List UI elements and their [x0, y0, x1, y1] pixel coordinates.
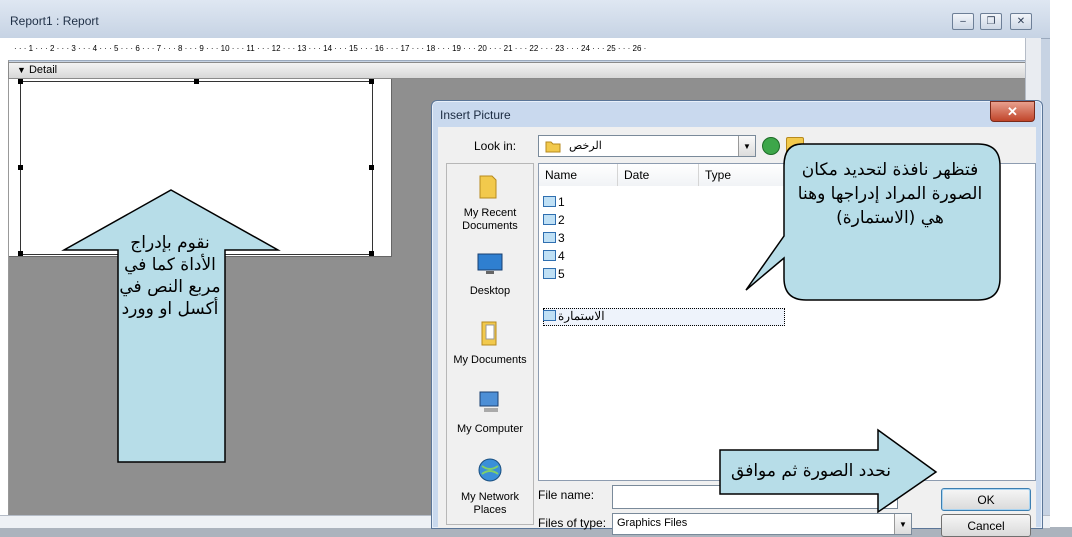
file-item[interactable]: 1 [543, 194, 565, 211]
report-title: Report1 : Report [10, 14, 99, 28]
look-in-value: الرخص [569, 140, 602, 152]
place-my-computer[interactable]: My Computer [447, 388, 533, 436]
file-type-dropdown[interactable]: Graphics Files ▼ [612, 513, 912, 535]
file-item[interactable]: 4 [543, 248, 565, 265]
resize-handle[interactable] [18, 251, 23, 256]
image-file-icon [543, 268, 556, 279]
file-item-selected[interactable]: الاستمارة [543, 308, 605, 325]
look-in-label: Look in: [474, 139, 517, 153]
ruler-marks: · · · 1 · · · 2 · · · 3 · · · 4 · · · 5 … [14, 44, 647, 53]
close-icon: ✕ [1016, 15, 1026, 27]
resize-handle[interactable] [369, 165, 374, 170]
screen-edge [1050, 0, 1072, 527]
my-documents-icon [481, 321, 497, 346]
image-file-icon [543, 250, 556, 261]
folder-icon [545, 141, 561, 153]
places-bar: My Recent Documents Desktop My Documents [446, 163, 534, 525]
image-file-icon [543, 196, 556, 207]
close-icon: ✕ [1007, 103, 1018, 119]
ok-button[interactable]: OK [941, 488, 1031, 511]
chevron-down-icon[interactable]: ▼ [894, 514, 911, 534]
detail-label: ▼ Detail [17, 64, 58, 76]
resize-handle[interactable] [369, 79, 374, 84]
dialog-title: Insert Picture [440, 108, 511, 122]
right-arrow-text: نحدد الصورة ثم موافق [731, 461, 891, 481]
image-file-icon [543, 214, 556, 225]
horizontal-ruler: · · · 1 · · · 2 · · · 3 · · · 4 · · · 5 … [0, 38, 1040, 61]
column-header-name[interactable]: Name [539, 164, 618, 186]
resize-handle[interactable] [194, 79, 199, 84]
resize-handle[interactable] [369, 251, 374, 256]
vertical-ruler [0, 60, 9, 527]
place-my-documents[interactable]: My Documents [447, 319, 533, 367]
image-file-icon [543, 310, 556, 321]
cancel-button[interactable]: Cancel [941, 514, 1031, 537]
file-item[interactable]: 5 [543, 266, 565, 283]
place-recent-documents[interactable]: My Recent Documents [447, 172, 533, 233]
recent-folder-icon [479, 175, 497, 199]
place-network-places[interactable]: My Network Places [447, 456, 533, 517]
file-type-label: Files of type: [538, 516, 607, 530]
resize-handle[interactable] [18, 165, 23, 170]
dialog-close-button[interactable]: ✕ [990, 101, 1035, 122]
up-arrow-text: نقوم بإدراج الأداة كما في مربع النص في أ… [119, 233, 221, 319]
my-computer-icon [479, 391, 499, 412]
speech-bubble-text: فتظهر نافذة لتحديد مكان الصورة المراد إد… [797, 160, 983, 228]
up-arrow-shape [61, 189, 281, 463]
look-in-dropdown[interactable]: الرخص ▼ [538, 135, 756, 157]
image-file-icon [543, 232, 556, 243]
place-desktop[interactable]: Desktop [447, 250, 533, 298]
minimize-button[interactable]: – [952, 13, 974, 30]
section-arrow-icon: ▼ [17, 65, 26, 75]
file-item[interactable]: 3 [543, 230, 565, 247]
network-places-icon [478, 458, 502, 482]
report-titlebar: Report1 : Report – ❐ ✕ [0, 0, 1050, 39]
restore-icon: ❐ [986, 15, 996, 27]
file-type-value: Graphics Files [617, 517, 688, 529]
column-header-date[interactable]: Date [618, 164, 699, 186]
detail-section-bar[interactable]: ▼ Detail [8, 62, 1027, 79]
desktop-icon [477, 253, 503, 274]
up-arrow-callout [61, 189, 281, 463]
minimize-icon: – [960, 15, 966, 27]
close-report-button[interactable]: ✕ [1010, 13, 1032, 30]
file-name-label: File name: [538, 488, 595, 502]
resize-handle[interactable] [18, 79, 23, 84]
file-item[interactable]: 2 [543, 212, 565, 229]
restore-button[interactable]: ❐ [980, 13, 1002, 30]
